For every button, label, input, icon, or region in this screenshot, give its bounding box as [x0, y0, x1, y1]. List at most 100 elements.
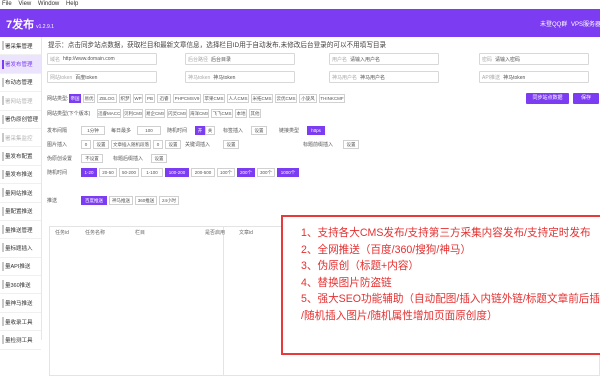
vps-link[interactable]: VPS服务器	[571, 19, 600, 28]
table-divider	[223, 226, 224, 376]
sidebar-item[interactable]: 量360推送	[0, 276, 41, 295]
menu-help[interactable]: Help	[66, 1, 78, 7]
cms-option[interactable]: 迅睿	[157, 94, 171, 103]
cms-option[interactable]: ZBLOG	[97, 94, 117, 103]
cms-option[interactable]: 米拓CMS	[251, 94, 273, 103]
publish-interval-label: 发布间隔	[47, 128, 68, 134]
table-header-cell[interactable]: 是否启用	[205, 229, 225, 236]
sidebar-item[interactable]: 量发布推送	[0, 166, 41, 185]
sidebar-item[interactable]: 量发布配置	[0, 147, 41, 166]
sidebar-item[interactable]: 署采集管理	[0, 37, 41, 56]
setting-option[interactable]: 20-50	[99, 168, 117, 177]
menu-view[interactable]: View	[18, 1, 31, 7]
setting-option[interactable]: 200个	[237, 168, 255, 177]
sidebar-item[interactable]: 署伪原创管理	[0, 111, 41, 129]
cms-option[interactable]: 小旋风	[299, 94, 317, 103]
setting-option[interactable]: 1000个	[277, 168, 299, 177]
daily-max-input[interactable]: 100	[137, 126, 161, 135]
setting-option[interactable]: 0	[153, 140, 163, 149]
sidebar-item[interactable]: 量收录工具	[0, 313, 41, 332]
title-prefix-set-button[interactable]: 设置	[343, 140, 359, 149]
sidebar-item-label: 量推送管理	[5, 227, 33, 234]
table-header-cell[interactable]: 任务名称	[85, 229, 105, 236]
setting-option[interactable]: 1-100	[141, 168, 163, 177]
sidebar-item[interactable]: 署发布管理	[0, 55, 41, 74]
pseudo-select[interactable]: 不设置	[81, 154, 103, 163]
cms-next-option[interactable]: 易企CMS	[145, 109, 165, 118]
sidebar-item-marker	[2, 280, 4, 290]
menu-bar: File View Window Help	[0, 0, 600, 9]
username-field[interactable]: 用户名 请输入用户名	[329, 53, 439, 65]
shenma-user-field[interactable]: 神马用户名 神马用户名	[329, 71, 439, 83]
app-brand: 7发布 v1.2.9.1	[6, 16, 54, 32]
cms-option[interactable]: 苹果CMS	[203, 94, 225, 103]
qq-group-link[interactable]: 未登QQ群	[540, 19, 567, 28]
tag-set-button[interactable]: 设置	[251, 126, 267, 135]
token-field[interactable]: 网站token 百度token	[47, 71, 157, 83]
setting-option[interactable]: 200-500	[191, 168, 215, 177]
sidebar-item[interactable]: 量API推送	[0, 258, 41, 277]
sidebar-item[interactable]: 量推送管理	[0, 221, 41, 240]
menu-window[interactable]: Window	[38, 1, 59, 7]
sync-site-button[interactable]: 同步站点数据	[526, 93, 569, 104]
cms-next-option[interactable]: 本地	[235, 109, 247, 118]
cms-next-option[interactable]: 迅睿MACC	[97, 109, 121, 118]
table-header-cell[interactable]: 文章id	[239, 229, 253, 236]
cms-option[interactable]: 易优	[83, 94, 95, 103]
save-button[interactable]: 保存	[573, 93, 599, 104]
cms-next-option[interactable]: 其他	[249, 109, 261, 118]
interval-select[interactable]: 1分钟	[81, 126, 105, 135]
api-push-field[interactable]: API推送 神马token	[479, 71, 589, 83]
password-field[interactable]: 密码 请输入密码	[479, 53, 589, 65]
setting-option[interactable]: 24小时	[159, 196, 179, 205]
sidebar-item[interactable]: 量检测工具	[0, 331, 41, 350]
setting-option[interactable]: 设置	[165, 140, 181, 149]
setting-option[interactable]: 50-200	[119, 168, 139, 177]
setting-option[interactable]: 1-20	[81, 168, 97, 177]
sidebar-item[interactable]: 署网站管理	[0, 92, 41, 111]
setting-option[interactable]: 360推送	[135, 196, 157, 205]
title-suffix-set-button[interactable]: 设置	[151, 154, 167, 163]
cms-option[interactable]: 织梦	[119, 94, 131, 103]
domain-field[interactable]: 域名 http://www.domain.com	[47, 53, 157, 65]
cms-next-option[interactable]: 贝利CMS	[123, 109, 143, 118]
sidebar-item[interactable]: 量神马推送	[0, 294, 41, 313]
shenma-token-placeholder: 神马token	[213, 74, 236, 81]
setting-option[interactable]: 100个	[217, 168, 235, 177]
menu-file[interactable]: File	[2, 1, 12, 7]
setting-option[interactable]: 神马推送	[109, 196, 133, 205]
setting-option[interactable]: 100-200	[165, 168, 189, 177]
sidebar-item-label: 布动态管理	[5, 80, 33, 87]
keyword-set-button[interactable]: 设置	[223, 140, 239, 149]
auto-off-toggle[interactable]: 关	[205, 126, 215, 135]
cms-option[interactable]: 云优CMS	[275, 94, 297, 103]
cms-option[interactable]: WP	[133, 94, 143, 103]
https-toggle[interactable]: https	[307, 126, 325, 135]
sidebar-item[interactable]: 量网站推送	[0, 184, 41, 203]
cms-next-option[interactable]: 闪灵CMS	[167, 109, 187, 118]
shenma-token-field[interactable]: 神马token 神马token	[185, 71, 295, 83]
cms-option[interactable]: THINKCMF	[319, 94, 345, 103]
cms-next-option[interactable]: 飞飞CMS	[211, 109, 233, 118]
cms-option[interactable]: 帝国	[69, 94, 81, 103]
path-field-label: 后台路径	[188, 56, 209, 63]
sidebar-item[interactable]: 量配置推送	[0, 203, 41, 221]
setting-option[interactable]: 文章插入随机段落	[111, 140, 151, 149]
sidebar-item[interactable]: 量标题插入	[0, 239, 41, 258]
setting-option[interactable]: 设置	[93, 140, 109, 149]
table-header-cell[interactable]: 任务id	[55, 229, 69, 236]
setting-option[interactable]: 百度推送	[81, 196, 107, 205]
keyword-insert-label: 关键词插入	[185, 142, 211, 148]
setting-option[interactable]: 300个	[257, 168, 275, 177]
auto-on-toggle[interactable]: 开	[195, 126, 205, 135]
cms-option[interactable]: PB	[145, 94, 155, 103]
range-label: 随机时间	[47, 170, 68, 176]
cms-next-option[interactable]: 海洋CMS	[189, 109, 209, 118]
sidebar-item[interactable]: 署采集监控	[0, 129, 41, 148]
setting-option[interactable]: 0	[81, 140, 91, 149]
cms-option[interactable]: 人人CMS	[227, 94, 249, 103]
cms-option[interactable]: PHPCMSV9	[173, 94, 201, 103]
sidebar-item[interactable]: 布动态管理	[0, 74, 41, 93]
table-header-cell[interactable]: 栏目	[135, 229, 145, 236]
path-field[interactable]: 后台路径 后台目录	[185, 53, 295, 65]
